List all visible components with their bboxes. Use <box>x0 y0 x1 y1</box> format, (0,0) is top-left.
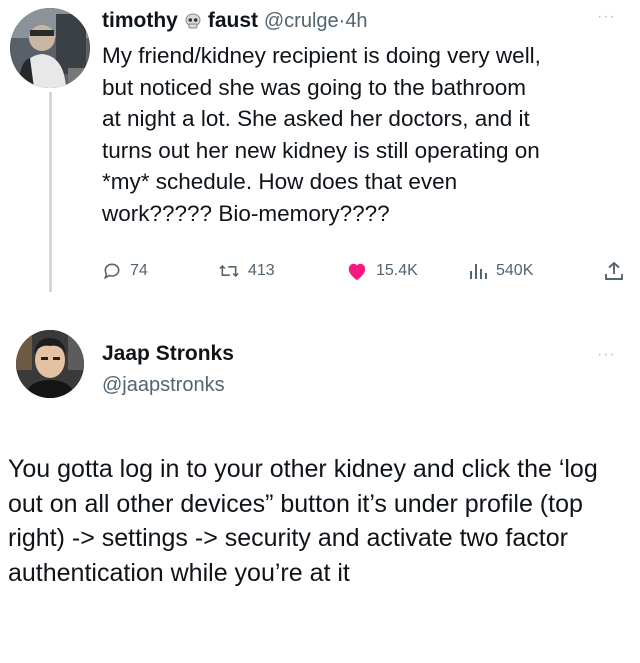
reply-count: 74 <box>130 262 148 279</box>
tweet-text: You gotta log in to your other kidney an… <box>8 455 598 587</box>
tweet-text: My friend/kidney recipient is doing very… <box>102 43 541 226</box>
like-button[interactable]: 15.4K <box>346 256 418 286</box>
retweet-count: 413 <box>248 262 275 279</box>
handle[interactable]: @jaapstronks <box>102 374 225 397</box>
heart-icon <box>348 263 366 281</box>
screenshot: timothy faust @crulge · 4h ··· My friend… <box>0 0 640 663</box>
tweet[interactable]: timothy faust @crulge · 4h ··· My friend… <box>0 0 640 300</box>
display-name[interactable]: Jaap Stronks <box>102 342 234 366</box>
retweet-icon <box>219 264 239 278</box>
display-name[interactable]: timothy <box>102 9 178 33</box>
retweet-button[interactable]: 413 <box>218 256 275 286</box>
timestamp[interactable]: 4h <box>345 10 367 33</box>
skull-emoji-icon <box>184 12 202 30</box>
views-chart-icon <box>470 264 487 279</box>
thread-line <box>49 92 52 292</box>
handle[interactable]: @crulge <box>264 10 339 33</box>
reply-icon <box>103 263 120 280</box>
reply-button[interactable]: 74 <box>102 256 148 286</box>
share-icon <box>605 261 623 280</box>
more-options-icon[interactable]: ··· <box>597 8 616 26</box>
tweet[interactable]: Jaap Stronks @jaapstronks ··· You gotta … <box>0 318 640 663</box>
view-count: 540K <box>496 262 534 279</box>
tweet-actions: 74 413 15.4K 540K <box>102 256 632 286</box>
tweet-header: timothy faust @crulge · 4h <box>102 6 368 36</box>
share-button[interactable] <box>604 256 632 286</box>
views-button[interactable]: 540K <box>468 256 533 286</box>
more-options-icon[interactable]: ··· <box>597 346 616 364</box>
like-count: 15.4K <box>376 262 418 279</box>
separator: · <box>338 9 346 32</box>
display-name-suffix[interactable]: faust <box>208 9 258 33</box>
avatar[interactable] <box>10 8 90 88</box>
avatar[interactable] <box>16 330 84 398</box>
